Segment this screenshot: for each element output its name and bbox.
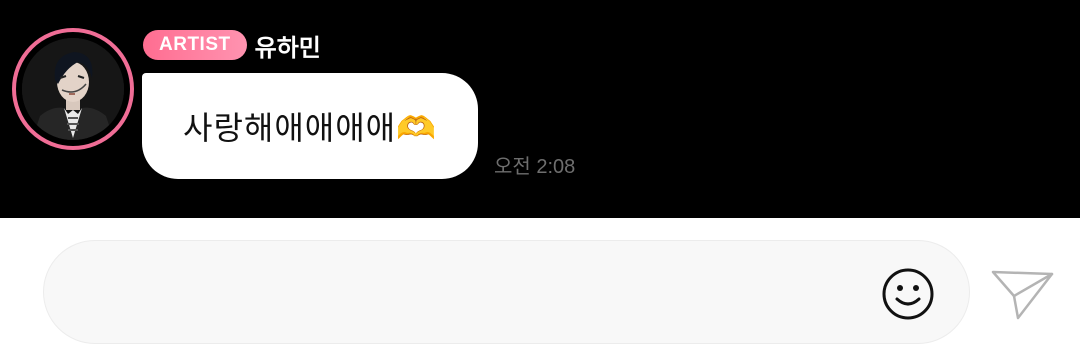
message-input-bar[interactable] bbox=[43, 240, 970, 345]
emoji-button[interactable] bbox=[880, 266, 936, 322]
avatar-portrait-icon bbox=[22, 38, 124, 140]
avatar-ring[interactable] bbox=[12, 28, 134, 150]
message-time: 오전 2:08 bbox=[494, 156, 576, 178]
avatar[interactable] bbox=[22, 38, 124, 140]
send-button[interactable] bbox=[988, 266, 1056, 322]
sender-name[interactable]: 유하민 bbox=[255, 28, 321, 63]
message-text: 사랑해애애애애🫶 bbox=[183, 109, 437, 147]
smiley-icon bbox=[882, 268, 934, 320]
paper-plane-icon bbox=[991, 270, 1054, 320]
message-input[interactable] bbox=[84, 241, 868, 345]
message-bubble[interactable]: 사랑해애애애애🫶 bbox=[142, 73, 478, 179]
message-header: ARTIST 유하민 bbox=[143, 28, 321, 63]
chat-area: ARTIST 유하민 사랑해애애애애🫶 오전 2:08 bbox=[0, 0, 1080, 218]
artist-badge: ARTIST bbox=[143, 30, 247, 60]
